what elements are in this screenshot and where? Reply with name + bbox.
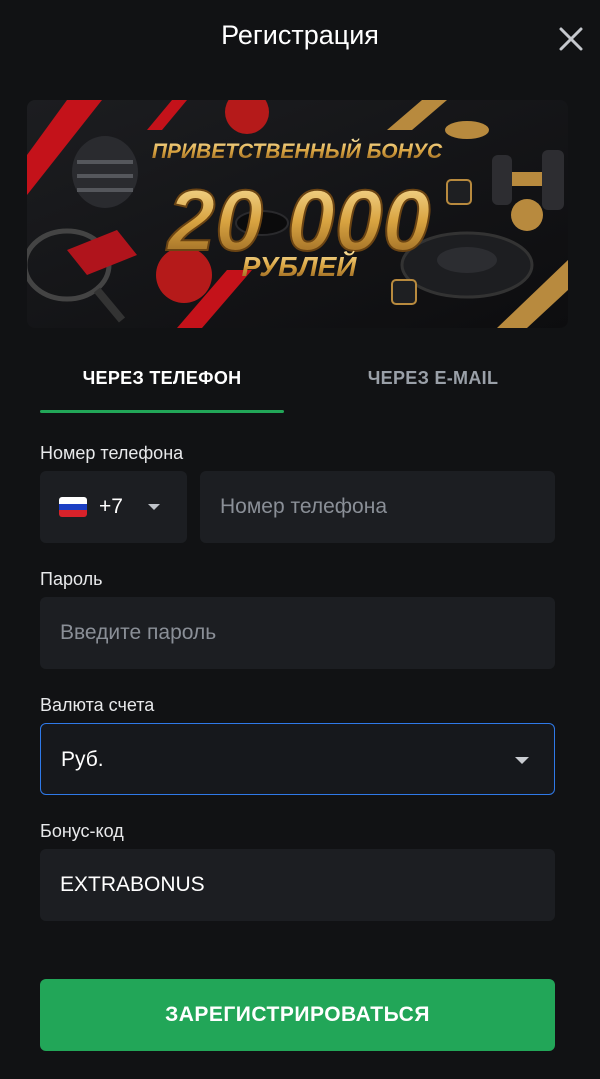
country-code: +7 xyxy=(99,495,123,518)
password-input[interactable]: Введите пароль xyxy=(40,597,555,669)
chevron-down-icon xyxy=(515,757,529,764)
casino-chip-icon xyxy=(445,121,489,139)
welcome-bonus-banner[interactable]: ПРИВЕТСТВЕННЫЙ БОНУС 20 000 РУБЛЕЙ xyxy=(27,100,568,328)
phone-input[interactable]: Номер телефона xyxy=(200,471,555,543)
banner-line-3: РУБЛЕЙ xyxy=(242,250,358,282)
registration-tabs: ЧЕРЕЗ ТЕЛЕФОН ЧЕРЕЗ E-MAIL xyxy=(40,350,555,414)
banner-art: ПРИВЕТСТВЕННЫЙ БОНУС 20 000 РУБЛЕЙ xyxy=(27,100,568,328)
register-button[interactable]: ЗАРЕГИСТРИРОВАТЬСЯ xyxy=(40,979,555,1051)
active-tab-indicator xyxy=(40,410,284,413)
hockey-helmet-icon xyxy=(72,136,138,208)
header: Регистрация xyxy=(0,0,600,78)
currency-value: Руб. xyxy=(61,748,104,771)
phone-label: Номер телефона xyxy=(40,443,184,463)
password-label: Пароль xyxy=(40,569,103,589)
dice-icon xyxy=(446,179,472,205)
page-title: Регистрация xyxy=(221,20,379,50)
currency-label: Валюта счета xyxy=(40,695,155,715)
tab-email[interactable]: ЧЕРЕЗ E-MAIL xyxy=(311,350,555,414)
chevron-down-icon xyxy=(148,504,160,510)
phone-placeholder: Номер телефона xyxy=(220,495,388,518)
tab-phone[interactable]: ЧЕРЕЗ ТЕЛЕФОН xyxy=(40,350,284,414)
banner-line-1: ПРИВЕТСТВЕННЫЙ БОНУС xyxy=(152,139,443,163)
dice-icon xyxy=(391,279,417,305)
currency-select[interactable]: Руб. xyxy=(40,723,555,795)
password-placeholder: Введите пароль xyxy=(60,621,217,644)
close-icon xyxy=(559,27,583,51)
country-code-select[interactable]: +7 xyxy=(40,471,187,543)
casino-chip-icon xyxy=(511,199,543,231)
bonus-code-value: EXTRABONUS xyxy=(60,873,205,896)
close-button[interactable] xyxy=(552,20,590,58)
registration-page: Регистрация ПРИВЕТСТВЕННЫЙ БОНУС 20 000 … xyxy=(0,0,600,1079)
bonus-code-input[interactable]: EXTRABONUS xyxy=(40,849,555,921)
bonus-code-label: Бонус-код xyxy=(40,821,124,841)
russia-flag-icon xyxy=(59,497,87,517)
